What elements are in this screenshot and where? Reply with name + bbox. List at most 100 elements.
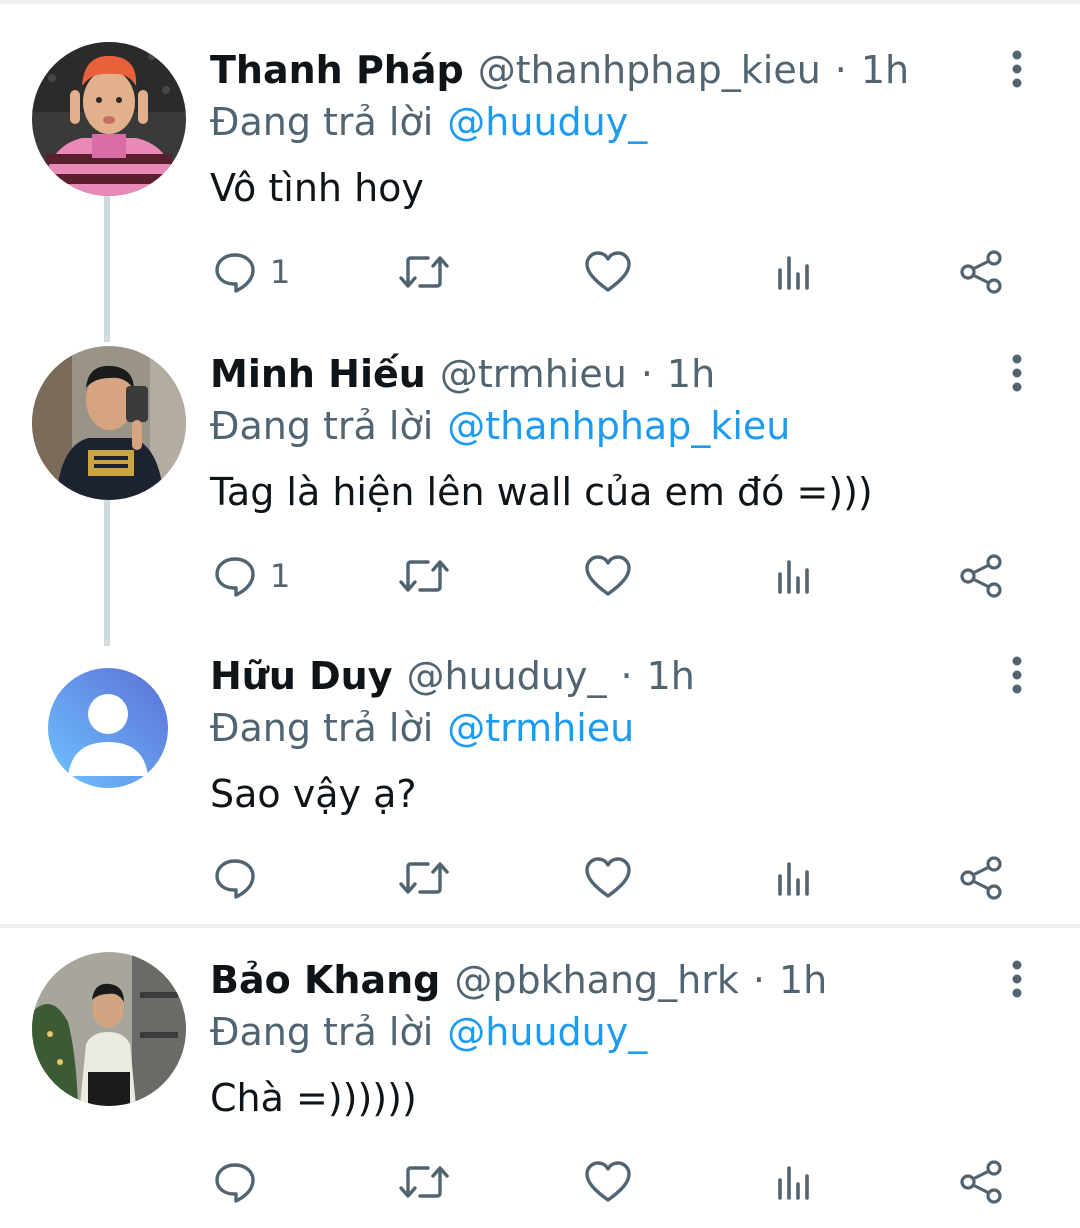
retweet-button[interactable] [398,546,450,606]
avatar[interactable] [32,952,186,1106]
avatar-photo-minh-hieu [32,346,186,500]
share-button[interactable] [958,848,1004,908]
more-options-button[interactable] [994,956,1040,1002]
action-bar [0,848,1080,908]
user-handle[interactable]: @thanhphap_kieu [478,48,821,92]
more-options-button[interactable] [994,652,1040,698]
retweet-icon [399,256,449,288]
display-name[interactable]: Thanh Pháp [210,48,464,92]
retweet-button[interactable] [398,848,450,908]
reply-icon [215,1163,255,1203]
views-icon [778,862,809,896]
views-button[interactable] [774,1152,814,1212]
timestamp[interactable]: 1h [861,48,909,92]
display-name[interactable]: Bảo Khang [210,958,440,1002]
action-bar [0,1152,1080,1212]
replying-to-line: Đang trả lời @trmhieu [210,700,634,756]
more-vertical-icon [1012,656,1022,694]
reply-mention-link[interactable]: @thanhphap_kieu [447,404,790,448]
more-options-button[interactable] [994,46,1040,92]
reply-button[interactable] [212,848,270,908]
reply-mention-link[interactable]: @huuduy_ [447,1010,647,1054]
share-button[interactable] [958,546,1004,606]
top-divider [0,0,1080,4]
views-icon [778,560,809,594]
tweet[interactable]: Bảo Khang @pbkhang_hrk · 1h Đang trả lời… [0,952,1080,1228]
separator-dot: · [752,958,765,1002]
default-avatar-icon [48,668,168,788]
user-handle[interactable]: @huuduy_ [407,654,607,698]
tweet-header: Thanh Pháp @thanhphap_kieu · 1h [210,42,909,98]
share-icon [960,1160,1002,1204]
like-button[interactable] [584,848,632,908]
display-name[interactable]: Minh Hiếu [210,352,426,396]
avatar[interactable] [32,346,186,500]
like-icon [585,857,631,898]
tweet-text: Sao vậy ạ? [210,772,417,816]
retweet-button[interactable] [398,242,450,302]
reply-button[interactable]: 1 [212,546,290,606]
display-name[interactable]: Hữu Duy [210,654,393,698]
timestamp[interactable]: 1h [667,352,715,396]
views-button[interactable] [774,242,814,302]
share-button[interactable] [958,242,1004,302]
timestamp[interactable]: 1h [647,654,695,698]
avatar-photo-thanh-phap [32,42,186,196]
tweet-header: Minh Hiếu @trmhieu · 1h [210,346,715,402]
reply-mention-link[interactable]: @huuduy_ [447,100,647,144]
more-vertical-icon [1012,354,1022,392]
replying-to-label: Đang trả lời [210,404,434,448]
tweet[interactable]: Minh Hiếu @trmhieu · 1h Đang trả lời @th… [0,346,1080,646]
action-bar: 1 [0,242,1080,302]
like-button[interactable] [584,546,632,606]
reply-count: 1 [270,557,291,595]
views-icon [778,1166,809,1200]
replying-to-line: Đang trả lời @thanhphap_kieu [210,398,790,454]
reply-button[interactable]: 1 [212,242,290,302]
reply-count: 1 [270,253,291,291]
more-options-button[interactable] [994,350,1040,396]
user-handle[interactable]: @trmhieu [440,352,627,396]
reply-icon [215,859,255,899]
views-button[interactable] [774,848,814,908]
reply-icon [215,557,255,597]
tweet[interactable]: Thanh Pháp @thanhphap_kieu · 1h Đang trả… [0,42,1080,342]
reply-button[interactable] [212,1152,270,1212]
share-icon [960,856,1002,900]
share-button[interactable] [958,1152,1004,1212]
separator-dot: · [834,48,847,92]
tweet-text: Chà =)))))) [210,1076,417,1120]
like-button[interactable] [584,1152,632,1212]
avatar[interactable] [32,42,186,196]
tweet-text: Tag là hiện lên wall của em đó =))) [210,470,873,514]
replying-to-label: Đang trả lời [210,1010,434,1054]
more-vertical-icon [1012,960,1022,998]
thread-divider [0,924,1080,928]
reply-icon [215,253,255,293]
like-icon [585,251,631,292]
retweet-icon [399,862,449,894]
replying-to-line: Đang trả lời @huuduy_ [210,1004,647,1060]
action-bar: 1 [0,546,1080,606]
tweet-text: Vô tình hoy [210,166,424,210]
user-handle[interactable]: @pbkhang_hrk [454,958,739,1002]
like-icon [585,555,631,596]
tweet-header: Bảo Khang @pbkhang_hrk · 1h [210,952,827,1008]
avatar[interactable] [48,668,168,788]
avatar-photo-bao-khang [32,952,186,1106]
retweet-button[interactable] [398,1152,450,1212]
replying-to-label: Đang trả lời [210,100,434,144]
retweet-icon [399,560,449,592]
replying-to-label: Đang trả lời [210,706,434,750]
tweet[interactable]: Hữu Duy @huuduy_ · 1h Đang trả lời @trmh… [0,648,1080,948]
reply-mention-link[interactable]: @trmhieu [447,706,634,750]
like-button[interactable] [584,242,632,302]
separator-dot: · [640,352,653,396]
more-vertical-icon [1012,50,1022,88]
tweet-header: Hữu Duy @huuduy_ · 1h [210,648,695,704]
replying-to-line: Đang trả lời @huuduy_ [210,94,647,150]
share-icon [960,554,1002,598]
share-icon [960,250,1002,294]
timestamp[interactable]: 1h [779,958,827,1002]
views-button[interactable] [774,546,814,606]
